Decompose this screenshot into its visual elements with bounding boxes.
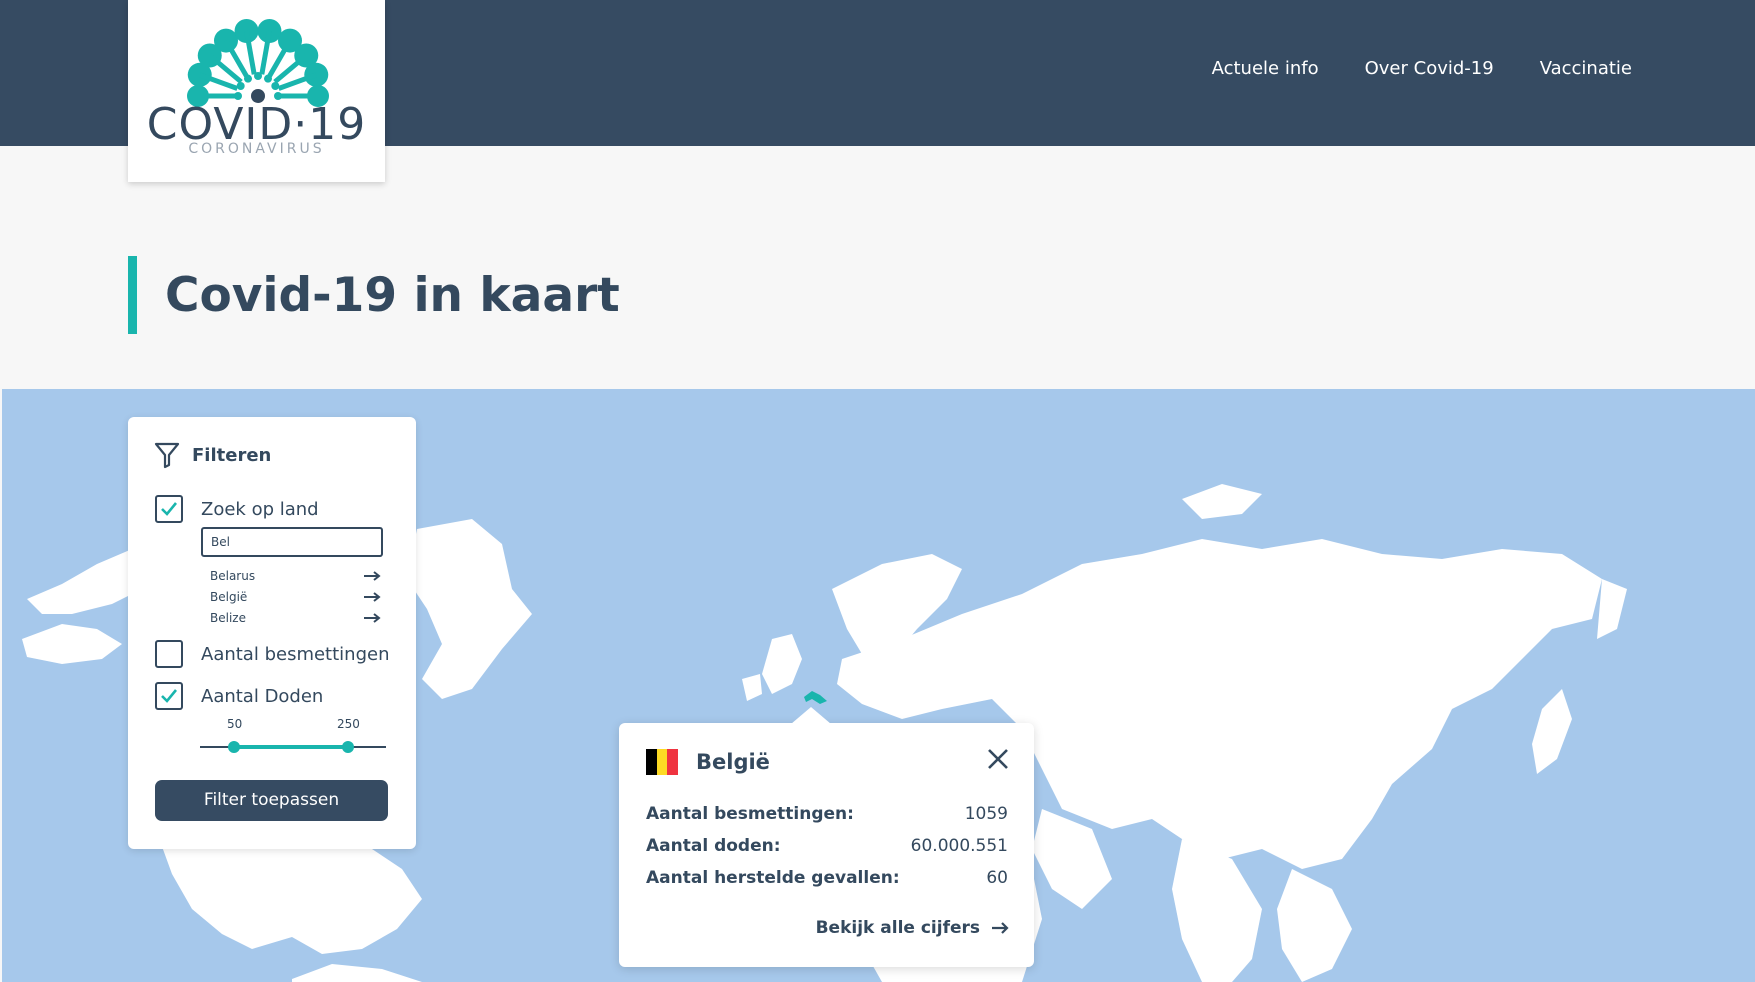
infections-checkbox[interactable]	[155, 640, 183, 668]
page-title: Covid-19 in kaart	[165, 267, 620, 323]
country-info-popup: België Aantal besmettingen: 1059 Aantal …	[619, 707, 1034, 967]
nav-link-over-covid[interactable]: Over Covid-19	[1365, 58, 1494, 79]
filter-header: Filteren	[154, 441, 271, 469]
map-land-kamchatka	[1597, 579, 1627, 639]
filter-panel: Filteren Zoek op land Belarus België Bel…	[128, 417, 416, 849]
suggestion-belgie[interactable]: België	[210, 590, 382, 604]
suggestion-belize[interactable]: Belize	[210, 611, 382, 625]
search-country-option: Zoek op land	[155, 495, 319, 523]
map-land-north-america-east	[407, 519, 532, 699]
map-land-southeast-asia	[1277, 869, 1352, 982]
deaths-checkbox[interactable]	[155, 682, 183, 710]
suggestion-label: Belarus	[210, 569, 256, 583]
map-land-japan	[1532, 689, 1572, 774]
filter-icon	[154, 442, 180, 469]
site-logo[interactable]: COVID·19 CORONAVIRUS	[128, 0, 385, 182]
deaths-label: Aantal Doden	[201, 685, 324, 707]
map-land-india	[1172, 839, 1262, 982]
belgium-flag-icon	[646, 749, 679, 775]
checkmark-icon	[161, 502, 178, 516]
suggestion-label: Belize	[210, 611, 246, 625]
view-all-figures-label: Bekijk alle cijfers	[815, 918, 980, 938]
stat-label: Aantal besmettingen:	[646, 804, 854, 824]
slider-track	[200, 741, 386, 753]
deaths-option: Aantal Doden	[155, 682, 323, 710]
slider-handle-min[interactable]	[228, 741, 240, 753]
map-land-uk	[762, 634, 802, 694]
map-land-south-america	[292, 964, 422, 982]
stat-value: 60	[986, 868, 1008, 888]
arrow-right-icon	[992, 922, 1009, 934]
belgium-highlight-marker[interactable]	[804, 691, 827, 704]
main-nav: Actuele info Over Covid-19 Vaccinatie	[1212, 58, 1632, 79]
nav-link-actuele-info[interactable]: Actuele info	[1212, 58, 1319, 79]
filter-heading: Filteren	[192, 444, 272, 466]
arrow-right-icon	[364, 613, 381, 623]
stat-value: 1059	[964, 804, 1008, 824]
arrow-right-icon	[364, 592, 381, 602]
slider-handle-max[interactable]	[342, 741, 354, 753]
infections-label: Aantal besmettingen	[201, 643, 390, 665]
popup-header: België	[646, 749, 770, 775]
logo-subtitle: CORONAVIRUS	[188, 141, 325, 157]
nav-link-vaccinatie[interactable]: Vaccinatie	[1540, 58, 1632, 79]
virus-logo-icon	[187, 19, 329, 107]
apply-filter-button[interactable]: Filter toepassen	[155, 780, 388, 821]
search-country-label: Zoek op land	[201, 498, 319, 520]
popup-pointer	[791, 707, 831, 724]
stat-value: 60.000.551	[910, 836, 1008, 856]
stat-row-deaths: Aantal doden: 60.000.551	[646, 836, 1008, 856]
suggestion-label: België	[210, 590, 248, 604]
popup-country-name: België	[696, 750, 770, 774]
map-land-arctic-islands	[1182, 484, 1262, 519]
map-land-canada-islands	[22, 624, 122, 664]
close-icon[interactable]	[984, 745, 1012, 773]
suggestion-belarus[interactable]: Belarus	[210, 569, 382, 583]
stat-label: Aantal herstelde gevallen:	[646, 868, 900, 888]
map-land-ireland	[742, 674, 762, 701]
arrow-right-icon	[364, 571, 381, 581]
stat-row-infections: Aantal besmettingen: 1059	[646, 804, 1008, 824]
stat-row-recovered: Aantal herstelde gevallen: 60	[646, 868, 1008, 888]
page-title-block: Covid-19 in kaart	[128, 256, 620, 334]
search-country-checkbox[interactable]	[155, 495, 183, 523]
deaths-range-slider[interactable]: 50 250	[200, 717, 386, 757]
stat-label: Aantal doden:	[646, 836, 781, 856]
country-search-input[interactable]	[201, 527, 383, 557]
checkmark-icon	[161, 689, 178, 703]
view-all-figures-link[interactable]: Bekijk alle cijfers	[816, 918, 1010, 938]
infections-option: Aantal besmettingen	[155, 640, 389, 668]
